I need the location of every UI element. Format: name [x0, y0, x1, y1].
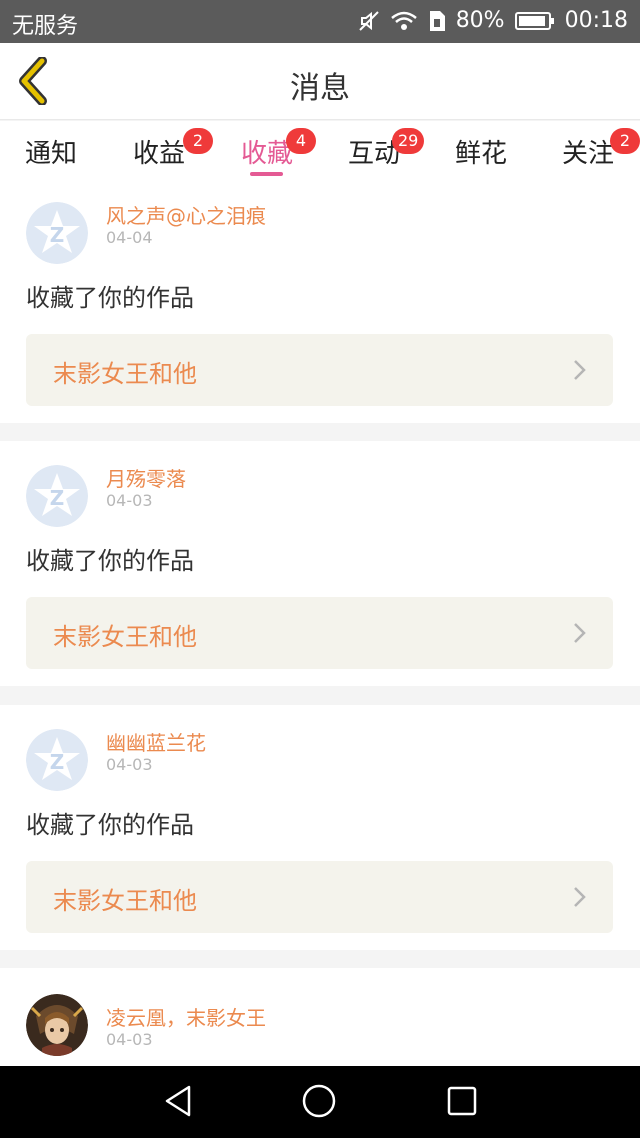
message-card: Z 月殇零落 04-03 收藏了你的作品 末影女王和他: [0, 441, 640, 686]
tab-label: 收藏: [241, 139, 294, 169]
work-link[interactable]: 末影女王和他: [26, 597, 613, 669]
message-text: 收藏了你的作品: [26, 547, 194, 575]
message-card: 凌云凰，末影女王 04-03: [0, 968, 640, 1066]
system-nav-bar: [0, 1066, 640, 1138]
default-star-avatar-icon[interactable]: Z: [26, 729, 88, 791]
back-triangle-icon[interactable]: [163, 1084, 193, 1118]
battery-icon: [514, 11, 555, 31]
chevron-right-icon: [574, 887, 586, 907]
chevron-right-icon: [574, 623, 586, 643]
message-card: Z 幽幽蓝兰花 04-03 收藏了你的作品 末影女王和他: [0, 705, 640, 950]
status-bar: 无服务 80% 00:18: [0, 0, 640, 43]
work-link[interactable]: 末影女王和他: [26, 334, 613, 406]
page-title: 消息: [290, 71, 350, 106]
active-tab-indicator: [250, 172, 283, 176]
sim-icon: [428, 10, 446, 32]
unread-badge: 2: [183, 128, 213, 154]
username-link[interactable]: 风之声@心之泪痕: [106, 200, 266, 229]
work-title: 末影女王和他: [53, 887, 197, 915]
message-date: 04-04: [106, 228, 153, 247]
tab-follows[interactable]: 关注 2: [562, 128, 640, 170]
unread-badge: 2: [610, 128, 640, 154]
tab-label: 收益: [133, 139, 186, 169]
message-card: Z 风之声@心之泪痕 04-04 收藏了你的作品 末影女王和他: [0, 178, 640, 423]
tab-flowers[interactable]: 鲜花: [455, 133, 507, 170]
tab-favorites[interactable]: 收藏 4: [241, 128, 316, 170]
anime-portrait-avatar[interactable]: [26, 994, 88, 1056]
unread-badge: 4: [286, 128, 316, 154]
tab-label: 通知: [25, 139, 78, 169]
username-link[interactable]: 幽幽蓝兰花: [106, 727, 206, 756]
header-bar: 消息: [0, 43, 640, 120]
work-title: 末影女王和他: [53, 623, 197, 651]
work-title: 末影女王和他: [53, 360, 197, 388]
tab-interactions[interactable]: 互动 29: [348, 128, 425, 170]
battery-percent: 80%: [455, 8, 505, 33]
unread-badge: 29: [392, 128, 425, 154]
tab-label: 关注: [562, 139, 615, 169]
message-date: 04-03: [106, 491, 153, 510]
home-circle-icon[interactable]: [302, 1084, 336, 1118]
message-date: 04-03: [106, 755, 153, 774]
username-link[interactable]: 月殇零落: [106, 463, 186, 492]
default-star-avatar-icon[interactable]: Z: [26, 202, 88, 264]
tab-bar: 通知 收益 2 收藏 4 互动 29 鲜花 关注 2: [0, 121, 640, 178]
recents-square-icon[interactable]: [447, 1084, 477, 1118]
default-star-avatar-icon[interactable]: Z: [26, 465, 88, 527]
username-link[interactable]: 凌云凰，末影女王: [106, 1002, 266, 1031]
svg-text:Z: Z: [50, 223, 65, 247]
message-text: 收藏了你的作品: [26, 284, 194, 312]
message-text: 收藏了你的作品: [26, 811, 194, 839]
mute-icon: [358, 10, 380, 32]
tab-label: 鲜花: [455, 139, 508, 169]
svg-text:Z: Z: [50, 750, 65, 774]
work-link[interactable]: 末影女王和他: [26, 861, 613, 933]
tab-notifications[interactable]: 通知: [25, 133, 77, 170]
chevron-right-icon: [574, 360, 586, 380]
svg-text:Z: Z: [50, 486, 65, 510]
status-icons: 80% 00:18: [358, 8, 628, 33]
clock: 00:18: [564, 8, 628, 33]
wifi-icon: [390, 10, 418, 32]
carrier-label: 无服务: [12, 14, 79, 39]
tab-earnings[interactable]: 收益 2: [133, 128, 213, 170]
message-date: 04-03: [106, 1030, 153, 1049]
